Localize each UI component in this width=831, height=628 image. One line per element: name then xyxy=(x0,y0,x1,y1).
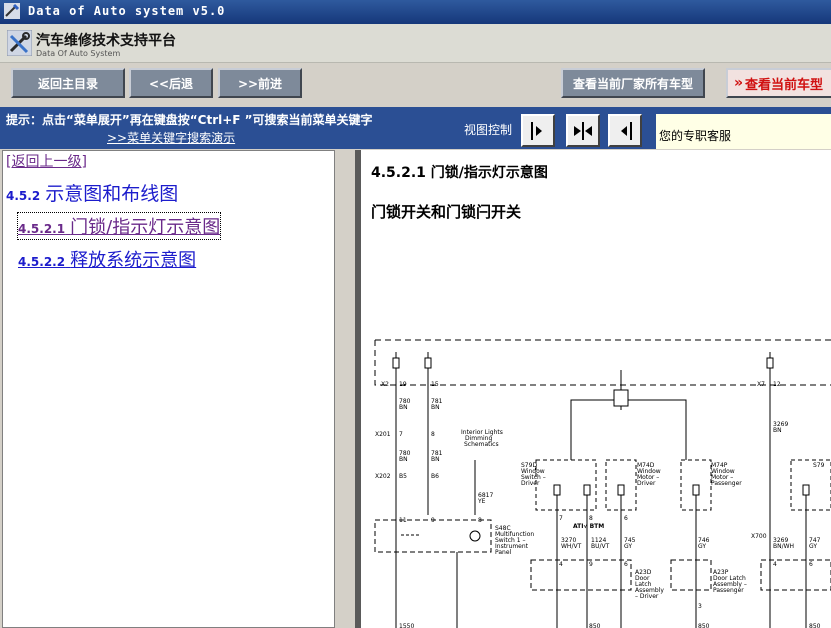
svg-text:Schematics: Schematics xyxy=(464,441,499,448)
svg-text:7: 7 xyxy=(559,515,563,522)
nav-item-number: 4.5.2.1 xyxy=(18,222,66,236)
nav-item-release-system[interactable]: 4.5.2.2 释放系统示意图 xyxy=(18,246,196,272)
fuse-lock-icon xyxy=(392,352,774,369)
nav-pane: [返回上一级] 4.5.2 示意图和布线图 4.5.2.1 门锁/指示灯示意图 … xyxy=(2,150,335,628)
svg-text:3: 3 xyxy=(698,603,702,610)
all-models-button[interactable]: 查看当前厂家所有车型 xyxy=(561,68,705,98)
svg-text:8: 8 xyxy=(478,517,482,524)
svg-text:19: 19 xyxy=(399,381,407,388)
svg-text:Passenger: Passenger xyxy=(711,480,742,487)
svg-text:15: 15 xyxy=(431,381,439,388)
title-bar: Data of Auto system v5.0 xyxy=(0,0,831,24)
app-header: 汽车维修技术支持平台 Data Of Auto System xyxy=(0,24,831,63)
svg-text:YE: YE xyxy=(477,498,486,505)
svg-text:B5: B5 xyxy=(399,473,407,480)
svg-text:850: 850 xyxy=(589,623,601,628)
split-arrows-icon xyxy=(574,122,592,140)
svg-text:X700: X700 xyxy=(751,533,767,540)
svg-text:850: 850 xyxy=(698,623,710,628)
svg-text:WH/VT: WH/VT xyxy=(561,543,582,550)
app-subtitle: Data Of Auto System xyxy=(36,49,121,58)
svg-text:– Driver: – Driver xyxy=(635,593,659,600)
svg-text:850: 850 xyxy=(809,623,821,628)
svg-text:BN: BN xyxy=(399,456,408,463)
svg-text:8: 8 xyxy=(589,515,593,522)
svg-text:GY: GY xyxy=(624,543,632,550)
svg-text:GY: GY xyxy=(809,543,817,550)
content-title: 4.5.2.1 门锁/指示灯示意图 xyxy=(371,165,548,181)
home-button[interactable]: 返回主目录 xyxy=(11,68,125,98)
svg-text:Panel: Panel xyxy=(495,549,512,556)
svg-text:9: 9 xyxy=(589,561,593,568)
svg-text:1550: 1550 xyxy=(399,623,414,628)
search-hint: 提示：点击“菜单展开”再在键盘按“Ctrl+F ”可搜索当前菜单关键字 xyxy=(6,113,373,127)
svg-text:BN/WH: BN/WH xyxy=(773,543,794,550)
svg-text:11: 11 xyxy=(399,517,407,524)
nav-item-title: 门锁/指示灯示意图 xyxy=(70,217,221,238)
section-title: 示意图和布线图 xyxy=(45,183,179,205)
svg-text:Driver: Driver xyxy=(521,480,540,487)
window-title: Data of Auto system v5.0 xyxy=(28,4,226,18)
svg-text:X201: X201 xyxy=(375,431,391,438)
svg-text:BN: BN xyxy=(431,404,440,411)
svg-text:8: 8 xyxy=(431,431,435,438)
svg-text:4: 4 xyxy=(559,561,563,568)
svg-text:7: 7 xyxy=(399,431,403,438)
svg-text:9: 9 xyxy=(431,517,435,524)
svg-text:B6: B6 xyxy=(431,473,439,480)
current-model-button[interactable]: » 查看当前车型 xyxy=(726,68,831,98)
section-heading: 4.5.2 示意图和布线图 xyxy=(6,179,178,206)
content-subtitle: 门锁开关和门锁闩开关 xyxy=(371,203,522,221)
search-demo-link[interactable]: >>菜单关键字搜索演示 xyxy=(107,129,235,146)
customer-service-text: 您的专职客服 xyxy=(659,129,732,143)
hint-bar: 提示：点击“菜单展开”再在键盘按“Ctrl+F ”可搜索当前菜单关键字 >>菜单… xyxy=(0,107,831,149)
svg-text:BN: BN xyxy=(399,404,408,411)
toolbar: 返回主目录 <<后退 >>前进 查看当前厂家所有车型 » 查看当前车型 xyxy=(0,63,831,106)
svg-text:BU/VT: BU/VT xyxy=(591,543,610,550)
current-model-label: 查看当前车型 xyxy=(745,77,824,93)
arrow-left-icon xyxy=(621,122,632,140)
nav-item-title: 释放系统示意图 xyxy=(70,250,197,271)
content-pane: 4.5.2.1 门锁/指示灯示意图 门锁开关和门锁闩开关 X2 19 15 X7… xyxy=(355,150,831,628)
svg-text:Driver: Driver xyxy=(637,480,656,487)
svg-text:BN: BN xyxy=(431,456,440,463)
svg-text:Passenger: Passenger xyxy=(713,587,744,594)
app-name: 汽车维修技术支持平台 xyxy=(36,33,176,49)
view-control-label: 视图控制 xyxy=(464,123,513,137)
svg-text:S79: S79 xyxy=(813,462,825,469)
customer-service-box[interactable]: 您的专职客服 xyxy=(656,114,831,149)
split-view-button[interactable] xyxy=(566,114,600,147)
nav-item-door-lock-indicator[interactable]: 4.5.2.1 门锁/指示灯示意图 xyxy=(16,212,222,240)
expand-right-button[interactable] xyxy=(521,114,555,147)
svg-text:X2: X2 xyxy=(381,381,389,388)
svg-text:6: 6 xyxy=(624,561,628,568)
svg-text:12: 12 xyxy=(773,381,781,388)
svg-text:GY: GY xyxy=(698,543,706,550)
double-chevron-icon: » xyxy=(734,75,744,91)
expand-left-button[interactable] xyxy=(608,114,642,147)
wiring-diagram: X2 19 15 X7 12 780BN 781BN X201 7 8 780BN 781… xyxy=(374,339,831,628)
svg-text:4: 4 xyxy=(773,561,777,568)
arrow-right-icon xyxy=(531,122,542,140)
svg-text:X202: X202 xyxy=(375,473,391,480)
svg-text:6: 6 xyxy=(624,515,628,522)
section-number: 4.5.2 xyxy=(6,189,41,203)
svg-text:ATI√ BTM: ATI√ BTM xyxy=(573,523,604,530)
tools-logo-icon xyxy=(7,30,32,56)
svg-text:6: 6 xyxy=(809,561,813,568)
forward-button[interactable]: >>前进 xyxy=(218,68,302,98)
app-icon xyxy=(4,3,20,19)
svg-text:X7: X7 xyxy=(757,381,765,388)
back-up-link[interactable]: [返回上一级] xyxy=(6,151,87,171)
svg-text:BN: BN xyxy=(773,427,782,434)
nav-item-number: 4.5.2.2 xyxy=(18,255,66,269)
back-button[interactable]: <<后退 xyxy=(129,68,213,98)
pane-splitter[interactable] xyxy=(335,150,353,628)
